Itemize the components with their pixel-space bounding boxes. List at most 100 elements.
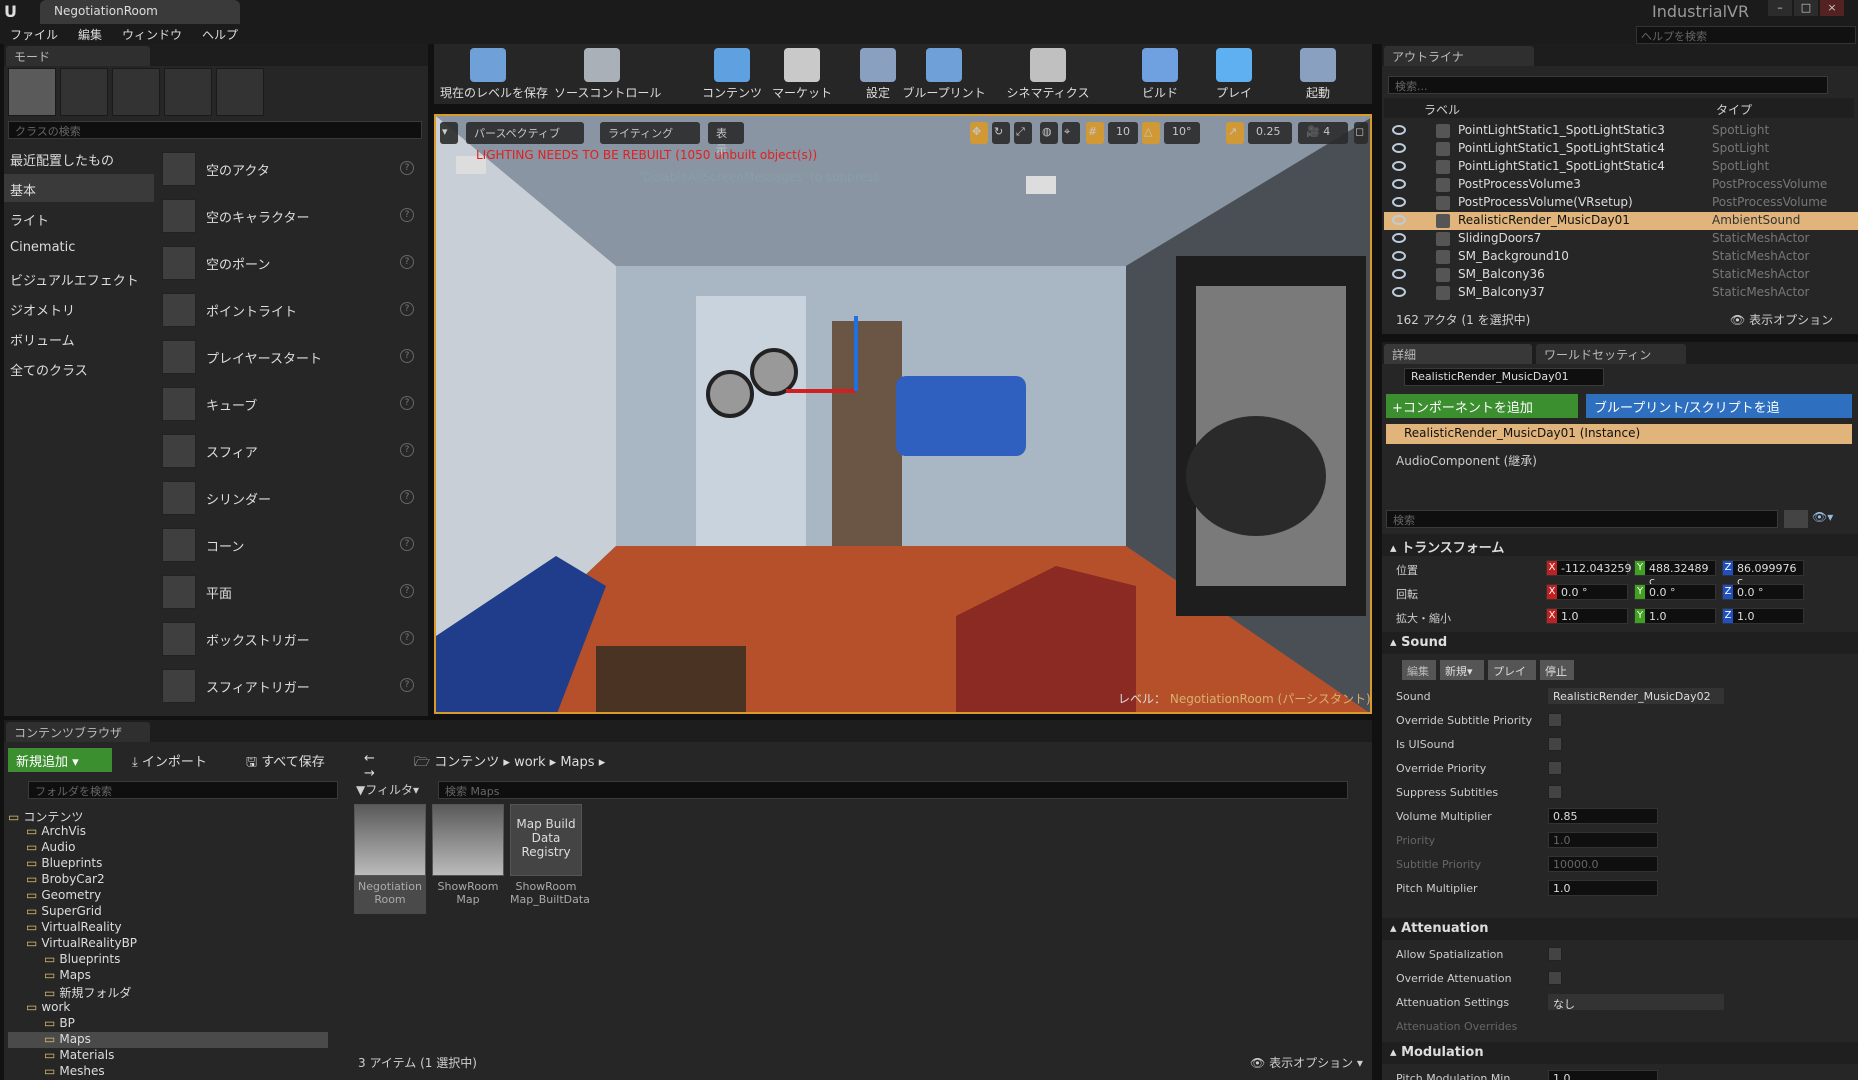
folder-tree-item[interactable]: ▭ Audio xyxy=(8,840,328,856)
scale-icon[interactable]: ⤢ xyxy=(1014,122,1032,144)
attenuation-section[interactable]: ▴ Attenuation xyxy=(1382,918,1858,940)
sound-property-input[interactable]: 10000.0 xyxy=(1548,856,1658,872)
audio-component-row[interactable]: AudioComponent (継承) xyxy=(1396,452,1537,469)
blueprint-script-button[interactable]: ブループリント/スクリプトを追 xyxy=(1586,394,1852,418)
class-search-input[interactable]: クラスの検索 xyxy=(8,121,422,139)
breadcrumb-work[interactable]: work xyxy=(514,755,545,770)
folder-tree-item[interactable]: ▭ 新規フォルダ xyxy=(8,984,328,1000)
placeable-item[interactable]: キューブ? xyxy=(160,383,422,425)
folder-tree-item[interactable]: ▭ コンテンツ xyxy=(8,808,328,824)
placeable-item[interactable]: 平面? xyxy=(160,571,422,613)
help-icon[interactable]: ? xyxy=(400,631,414,645)
transform-location-y-input[interactable]: Y 488.32489 c xyxy=(1634,560,1716,588)
visibility-eye-icon[interactable] xyxy=(1392,179,1406,189)
help-icon[interactable]: ? xyxy=(400,584,414,598)
folder-tree-item[interactable]: ▭ VirtualReality xyxy=(8,920,328,936)
folder-tree-item[interactable]: ▭ BP xyxy=(8,1016,328,1032)
allow-spatialization-checkbox[interactable] xyxy=(1548,947,1562,961)
outliner-row[interactable]: RealisticRender_MusicDay01 AmbientSound xyxy=(1384,212,1858,230)
visibility-eye-icon[interactable] xyxy=(1392,125,1406,135)
rotate-icon[interactable]: ↻ xyxy=(992,122,1010,144)
help-icon[interactable]: ? xyxy=(400,678,414,692)
folder-tree-item[interactable]: ▭ work xyxy=(8,1000,328,1016)
geometry-mode-icon[interactable] xyxy=(216,68,264,116)
move-icon[interactable]: ✥ xyxy=(970,122,988,144)
placeable-item[interactable]: スフィアトリガー? xyxy=(160,665,422,707)
menu-file[interactable]: ファイル xyxy=(10,26,58,43)
outliner-row[interactable]: PointLightStatic1_SpotLightStatic3 SpotLi… xyxy=(1384,122,1858,140)
help-icon[interactable]: ? xyxy=(400,161,414,175)
maximize-icon[interactable]: □ xyxy=(1794,0,1818,16)
rotation-snap-value[interactable]: 10° xyxy=(1164,122,1200,144)
transform-rotation-z-input[interactable]: Z 0.0 ° xyxy=(1722,584,1804,600)
transform-location-x-input[interactable]: X -112.043259 xyxy=(1546,560,1631,576)
world-settings-tab[interactable]: ワールドセッティン xyxy=(1536,344,1686,364)
help-icon[interactable]: ? xyxy=(400,396,414,410)
help-icon[interactable]: ? xyxy=(400,255,414,269)
transform-rotation-y-input[interactable]: Y 0.0 ° xyxy=(1634,584,1716,600)
folder-tree-item[interactable]: ▭ Maps xyxy=(8,1032,328,1048)
outliner-row[interactable]: SM_Background10 StaticMeshActor xyxy=(1384,248,1858,266)
folder-tree-item[interactable]: ▭ BrobyCar2 xyxy=(8,872,328,888)
attenuation-settings-select[interactable]: なし xyxy=(1548,994,1724,1011)
transform-location-label[interactable]: 位置 xyxy=(1396,562,1418,578)
pitch-modulation-input[interactable]: 1.0 xyxy=(1548,1070,1658,1080)
place-mode-icon[interactable] xyxy=(8,68,56,116)
menu-help[interactable]: ヘルプ xyxy=(202,26,238,43)
folder-tree-item[interactable]: ▭ Blueprints xyxy=(8,952,328,968)
import-button[interactable]: ⤓ インポート xyxy=(124,748,228,772)
category-item[interactable]: ビジュアルエフェクト xyxy=(4,264,154,292)
transform-scale-y-input[interactable]: Y 1.0 xyxy=(1634,608,1716,624)
toolbar-button[interactable]: 現在のレベルを保存 xyxy=(440,44,548,104)
folder-tree-item[interactable]: ▭ Maps xyxy=(8,968,328,984)
outliner-tab[interactable]: アウトライナ xyxy=(1384,46,1534,66)
folder-tree-item[interactable]: ▭ Blueprints xyxy=(8,856,328,872)
close-icon[interactable]: × xyxy=(1820,0,1844,16)
sound-play-button[interactable]: プレイ xyxy=(1488,660,1536,680)
folder-tree-item[interactable]: ▭ Meshes xyxy=(8,1064,328,1080)
help-search-input[interactable]: ヘルプを検索 xyxy=(1636,26,1856,44)
help-icon[interactable]: ? xyxy=(400,443,414,457)
transform-rotation-label[interactable]: 回転 xyxy=(1396,586,1418,602)
help-icon[interactable]: ? xyxy=(400,349,414,363)
document-tab[interactable]: NegotiationRoom xyxy=(40,0,240,24)
placeable-item[interactable]: ボックストリガー? xyxy=(160,618,422,660)
details-tab[interactable]: 詳細 xyxy=(1384,344,1532,364)
folder-tree-item[interactable]: ▭ Geometry xyxy=(8,888,328,904)
show-button[interactable]: 表示 xyxy=(708,122,744,156)
visibility-eye-icon[interactable] xyxy=(1392,143,1406,153)
filter-button[interactable]: ▼フィルタ▾ xyxy=(356,781,430,799)
placeable-item[interactable]: 空のアクタ? xyxy=(160,148,422,190)
category-item[interactable]: ライト xyxy=(4,204,154,232)
category-item[interactable]: ボリューム xyxy=(4,324,154,352)
sound-property-input[interactable]: 0.85 xyxy=(1548,808,1658,824)
folder-tree-item[interactable]: ▭ VirtualRealityBP xyxy=(8,936,328,952)
help-icon[interactable]: ? xyxy=(400,537,414,551)
sound-property-input[interactable]: 1.0 xyxy=(1548,880,1658,896)
asset-search-input[interactable]: 検索 Maps xyxy=(438,781,1348,799)
sound-property-checkbox[interactable] xyxy=(1548,713,1562,727)
menu-edit[interactable]: 編集 xyxy=(78,26,102,43)
sound-asset-select[interactable]: RealisticRender_MusicDay02 xyxy=(1548,688,1724,704)
component-instance-row[interactable]: RealisticRender_MusicDay01 (Instance) xyxy=(1386,424,1852,444)
breadcrumb-contents[interactable]: コンテンツ xyxy=(434,755,499,770)
modes-tab[interactable]: モード xyxy=(6,46,150,66)
outliner-view-options[interactable]: 👁 表示オプション xyxy=(1730,311,1833,328)
world-local-icon[interactable]: ◍ xyxy=(1040,122,1058,144)
sound-new-button[interactable]: 新規▾ xyxy=(1440,660,1484,680)
history-nav-icon[interactable]: ← → xyxy=(356,748,396,781)
asset-tile[interactable]: Map Build Data Registry ShowRoom Map_Buil… xyxy=(510,804,590,914)
outliner-search-input[interactable]: 検索... xyxy=(1388,76,1828,94)
placeable-item[interactable]: スフィア? xyxy=(160,430,422,472)
outliner-row[interactable]: SM_Balcony36 StaticMeshActor xyxy=(1384,266,1858,284)
transform-scale-x-input[interactable]: X 1.0 xyxy=(1546,608,1628,624)
help-icon[interactable]: ? xyxy=(400,208,414,222)
camera-speed[interactable]: 🎥 4 xyxy=(1298,122,1348,144)
visibility-eye-icon[interactable] xyxy=(1392,197,1406,207)
asset-tile[interactable]: ShowRoom Map xyxy=(432,804,504,914)
add-new-button[interactable]: 新規追加 ▾ xyxy=(8,748,112,772)
outliner-row[interactable]: SlidingDoors7 StaticMeshActor xyxy=(1384,230,1858,248)
placeable-item[interactable]: ポイントライト? xyxy=(160,289,422,331)
sound-property-checkbox[interactable] xyxy=(1548,737,1562,751)
maximize-viewport-icon[interactable]: ◻ xyxy=(1354,122,1368,144)
